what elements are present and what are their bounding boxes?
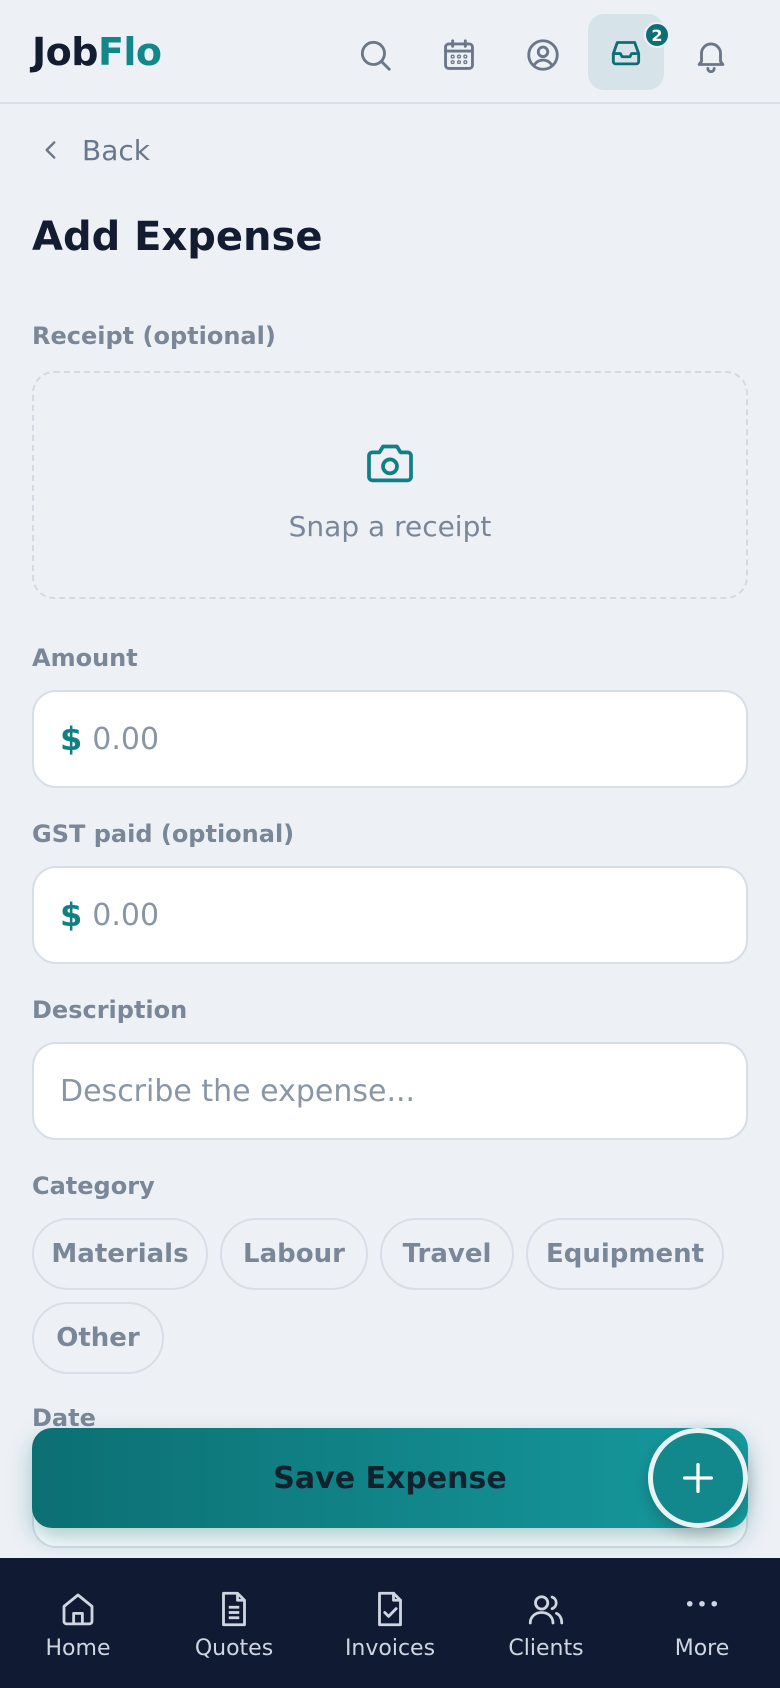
- nav-item-home[interactable]: Home: [13, 1588, 143, 1661]
- calendar-button[interactable]: [424, 20, 494, 90]
- app-header: JobFlo 2: [0, 0, 780, 104]
- back-label: Back: [82, 133, 150, 167]
- nav-label: Home: [45, 1636, 111, 1661]
- search-button[interactable]: [340, 20, 410, 90]
- nav-item-more[interactable]: More: [637, 1588, 767, 1661]
- description-input[interactable]: [60, 1073, 720, 1109]
- search-icon: [360, 40, 391, 71]
- currency-symbol: $: [60, 896, 83, 934]
- category-chip-materials[interactable]: Materials: [32, 1218, 208, 1290]
- invoice-check-icon: [378, 1591, 402, 1627]
- amount-input[interactable]: [92, 721, 693, 757]
- gst-field[interactable]: $: [32, 866, 748, 964]
- bell-icon: [697, 42, 725, 73]
- inbox-badge: 2: [644, 22, 670, 48]
- category-chip-travel[interactable]: Travel: [380, 1218, 514, 1290]
- category-chip-labour[interactable]: Labour: [220, 1218, 368, 1290]
- document-icon: [222, 1591, 246, 1627]
- more-dots-icon: [686, 1600, 718, 1607]
- back-link[interactable]: Back: [38, 128, 150, 172]
- calendar-icon: [444, 39, 474, 70]
- quick-add-button[interactable]: [648, 1428, 748, 1528]
- save-expense-button[interactable]: Save Expense: [32, 1428, 748, 1528]
- inbox-icon: [611, 41, 641, 66]
- inbox-button[interactable]: 2: [588, 14, 670, 90]
- nav-item-quotes[interactable]: Quotes: [169, 1588, 299, 1661]
- nav-label: Clients: [508, 1636, 584, 1661]
- chevron-left-icon: [45, 141, 56, 159]
- description-label: Description: [32, 996, 188, 1024]
- plus-icon: [683, 1463, 713, 1493]
- user-circle-icon: [527, 39, 559, 71]
- logo-text-primary: Job: [32, 30, 98, 74]
- logo-text-accent: Flo: [97, 30, 162, 74]
- amount-field[interactable]: $: [32, 690, 748, 788]
- category-chip-other[interactable]: Other: [32, 1302, 164, 1374]
- users-icon: [528, 1595, 564, 1625]
- receipt-label: Receipt (optional): [32, 322, 276, 350]
- camera-icon: [367, 444, 413, 482]
- home-icon: [62, 1593, 94, 1626]
- category-label: Category: [32, 1172, 155, 1200]
- nav-label: More: [674, 1636, 730, 1661]
- page-title: Add Expense: [32, 214, 323, 260]
- category-chip-equipment[interactable]: Equipment: [526, 1218, 724, 1290]
- notifications-button[interactable]: [676, 20, 746, 90]
- app-logo[interactable]: JobFlo: [32, 30, 162, 74]
- nav-label: Invoices: [344, 1636, 436, 1661]
- description-field[interactable]: [32, 1042, 748, 1140]
- nav-item-invoices[interactable]: Invoices: [325, 1588, 455, 1661]
- bottom-navigation: Home Quotes Invoices Clients More: [0, 1558, 780, 1688]
- snap-receipt-text: Snap a receipt: [288, 509, 492, 543]
- nav-label: Quotes: [194, 1636, 274, 1661]
- profile-button[interactable]: [508, 20, 578, 90]
- nav-item-clients[interactable]: Clients: [481, 1588, 611, 1661]
- gst-label: GST paid (optional): [32, 820, 295, 848]
- gst-input[interactable]: [92, 897, 693, 933]
- receipt-upload-area[interactable]: Snap a receipt: [32, 371, 748, 599]
- currency-symbol: $: [60, 720, 83, 758]
- amount-label: Amount: [32, 644, 138, 672]
